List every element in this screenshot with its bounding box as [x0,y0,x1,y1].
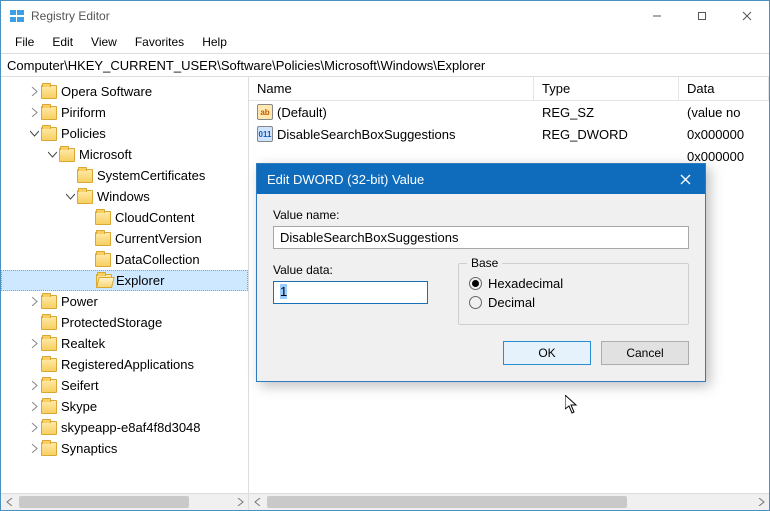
radio-icon [469,296,482,309]
menubar: File Edit View Favorites Help [1,31,769,53]
scrollbar-thumb[interactable] [19,496,189,508]
column-header-data[interactable]: Data [679,77,769,100]
menu-file[interactable]: File [7,33,42,51]
chevron-right-icon [27,297,41,306]
tree-item-cloudcontent[interactable]: CloudContent [1,207,248,228]
base-legend: Base [467,256,502,270]
close-icon [680,174,691,185]
tree-item-systemcertificates[interactable]: SystemCertificates [1,165,248,186]
tree-item-datacollection[interactable]: DataCollection [1,249,248,270]
scroll-right-icon[interactable] [752,495,769,510]
chevron-right-icon [27,444,41,453]
tree-item-opera[interactable]: Opera Software [1,81,248,102]
folder-icon [41,400,57,414]
app-icon [9,8,25,24]
folder-icon [95,253,111,267]
chevron-right-icon [27,108,41,117]
value-data-input[interactable]: 1 [273,281,428,304]
menu-edit[interactable]: Edit [44,33,81,51]
scrollbar-thumb[interactable] [267,496,627,508]
column-header-name[interactable]: Name [249,77,534,100]
tree-item-synaptics[interactable]: Synaptics [1,438,248,459]
list-header: Name Type Data [249,77,769,101]
folder-icon [41,106,57,120]
folder-icon [41,442,57,456]
close-button[interactable] [724,1,769,31]
dword-value-icon: 011 [257,126,273,142]
value-name-input[interactable] [273,226,689,249]
tree-item-skype[interactable]: Skype [1,396,248,417]
menu-help[interactable]: Help [194,33,235,51]
dialog-title: Edit DWORD (32-bit) Value [267,172,424,187]
scroll-left-icon[interactable] [1,495,18,510]
folder-icon [95,232,111,246]
list-scrollbar[interactable] [249,493,769,510]
tree-item-explorer[interactable]: Explorer [1,270,248,291]
chevron-right-icon [27,402,41,411]
radio-decimal[interactable]: Decimal [469,295,678,310]
column-header-type[interactable]: Type [534,77,679,100]
tree-item-seifert[interactable]: Seifert [1,375,248,396]
window-title: Registry Editor [31,9,110,23]
menu-favorites[interactable]: Favorites [127,33,192,51]
tree-item-protectedstorage[interactable]: ProtectedStorage [1,312,248,333]
folder-open-icon [96,274,112,288]
scroll-left-icon[interactable] [249,495,266,510]
folder-icon [77,169,93,183]
radio-icon [469,277,482,290]
horizontal-scrollbars [1,493,769,510]
folder-icon [77,190,93,204]
ok-button[interactable]: OK [503,341,591,365]
dialog-close-button[interactable] [665,164,705,194]
chevron-right-icon [27,423,41,432]
chevron-down-icon [63,192,77,201]
edit-dword-dialog: Edit DWORD (32-bit) Value Value name: Va… [256,163,706,382]
list-row[interactable]: ab(Default) REG_SZ (value no [249,101,769,123]
folder-icon [59,148,75,162]
tree-item-registeredapplications[interactable]: RegisteredApplications [1,354,248,375]
tree-pane[interactable]: Opera Software Piriform Policies Microso… [1,77,249,493]
titlebar: Registry Editor [1,1,769,31]
address-text: Computer\HKEY_CURRENT_USER\Software\Poli… [7,58,485,73]
folder-icon [41,421,57,435]
folder-icon [41,358,57,372]
value-data-label: Value data: [273,263,428,277]
tree-item-windows[interactable]: Windows [1,186,248,207]
tree-item-currentversion[interactable]: CurrentVersion [1,228,248,249]
folder-icon [41,127,57,141]
minimize-button[interactable] [634,1,679,31]
chevron-down-icon [27,129,41,138]
chevron-right-icon [27,339,41,348]
dialog-titlebar[interactable]: Edit DWORD (32-bit) Value [257,164,705,194]
tree-item-realtek[interactable]: Realtek [1,333,248,354]
list-row[interactable]: 011DisableSearchBoxSuggestions REG_DWORD… [249,123,769,145]
folder-icon [41,295,57,309]
maximize-button[interactable] [679,1,724,31]
tree-item-policies[interactable]: Policies [1,123,248,144]
tree-item-microsoft[interactable]: Microsoft [1,144,248,165]
folder-icon [41,316,57,330]
chevron-right-icon [27,87,41,96]
tree-scrollbar[interactable] [1,493,249,510]
radio-hexadecimal[interactable]: Hexadecimal [469,276,678,291]
cancel-button[interactable]: Cancel [601,341,689,365]
chevron-right-icon [27,381,41,390]
folder-icon [95,211,111,225]
tree-item-skypeapp[interactable]: skypeapp-e8af4f8d3048 [1,417,248,438]
menu-view[interactable]: View [83,33,125,51]
folder-icon [41,337,57,351]
value-name-label: Value name: [273,208,689,222]
chevron-down-icon [45,150,59,159]
string-value-icon: ab [257,104,273,120]
tree-item-power[interactable]: Power [1,291,248,312]
scroll-right-icon[interactable] [231,495,248,510]
folder-icon [41,379,57,393]
address-bar[interactable]: Computer\HKEY_CURRENT_USER\Software\Poli… [1,53,769,77]
base-group: Base Hexadecimal Decimal [458,263,689,325]
tree-item-piriform[interactable]: Piriform [1,102,248,123]
folder-icon [41,85,57,99]
